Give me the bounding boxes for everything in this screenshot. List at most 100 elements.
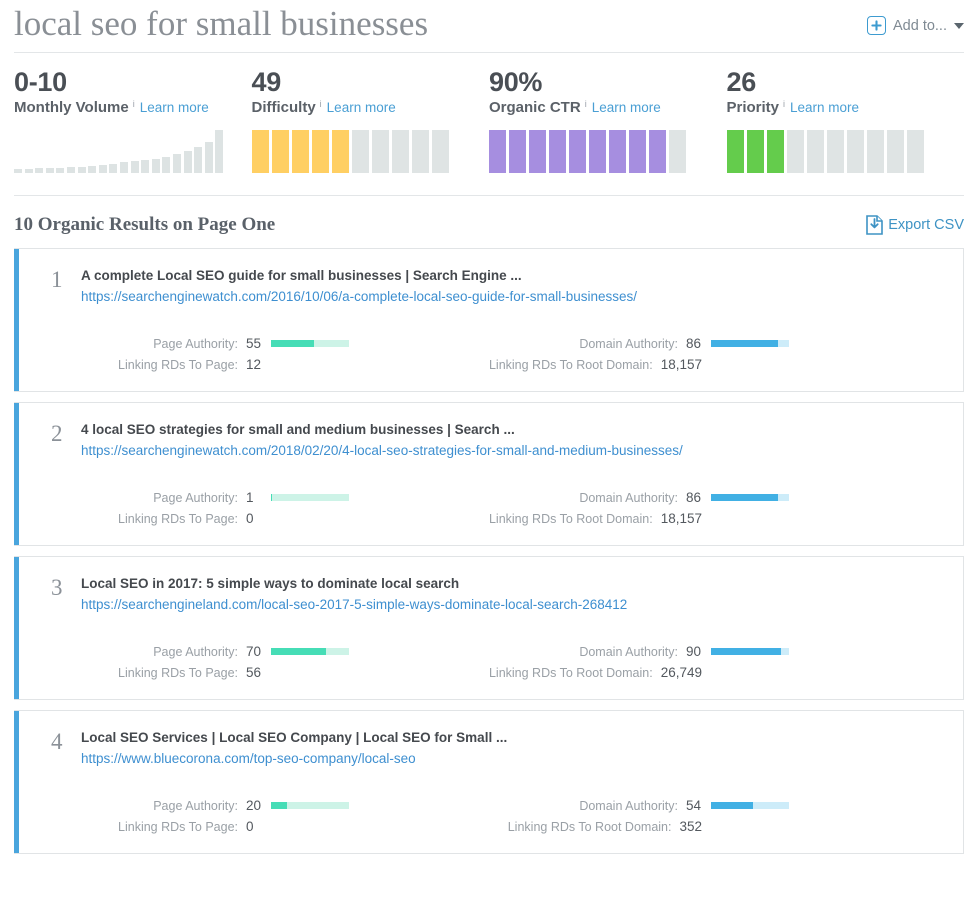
sparkline-bar: [183, 151, 192, 173]
metric-priority: 26 Priority i Learn more: [726, 67, 965, 173]
organic-ctr-segment-bar: [489, 130, 711, 173]
result-url[interactable]: https://www.bluecorona.com/top-seo-compa…: [81, 751, 943, 766]
metric-value: 0-10: [14, 67, 67, 97]
page-authority-value: 20: [246, 798, 262, 813]
card-body: 2 4 local SEO strategies for small and me…: [19, 403, 963, 545]
segment: [311, 130, 329, 173]
linking-rds-root-label: Linking RDs To Root Domain:: [488, 357, 653, 372]
segment: [509, 130, 526, 173]
sparkline-bar: [119, 162, 128, 173]
metric-value: 26: [726, 67, 757, 97]
linking-rds-page-value: 0: [246, 819, 254, 834]
add-to-button[interactable]: Add to...: [866, 16, 964, 35]
sparkline-bar: [130, 161, 139, 173]
segment: [906, 130, 924, 173]
result-card[interactable]: 3 Local SEO in 2017: 5 simple ways to dom…: [14, 556, 964, 700]
result-card[interactable]: 4 Local SEO Services | Local SEO Company …: [14, 710, 964, 854]
result-url[interactable]: https://searchenginewatch.com/2018/02/20…: [81, 443, 943, 458]
page-authority-bar: [271, 802, 349, 809]
sparkline-bar: [215, 130, 224, 173]
metric-value: 49: [251, 67, 282, 97]
segment: [291, 130, 309, 173]
linking-rds-root-value: 26,749: [660, 665, 702, 680]
info-icon[interactable]: i: [585, 99, 587, 109]
page-authority-label: Page Authority:: [153, 336, 238, 351]
segment: [766, 130, 784, 173]
result-metrics: Page Authority: 55 Domain Authority: 86 Link…: [19, 333, 963, 375]
domain-authority-label: Domain Authority:: [579, 336, 678, 351]
card-body: 3 Local SEO in 2017: 5 simple ways to dom…: [19, 557, 963, 699]
linking-rds-page-value: 0: [246, 511, 254, 526]
linking-rds-root-label: Linking RDs To Root Domain:: [507, 819, 672, 834]
result-title[interactable]: A complete Local SEO guide for small bus…: [81, 268, 943, 283]
result-metrics: Page Authority: 1 Domain Authority: 86 Linki…: [19, 487, 963, 529]
segment: [866, 130, 884, 173]
result-title[interactable]: Local SEO in 2017: 5 simple ways to domi…: [81, 576, 943, 591]
page-authority-value: 70: [246, 644, 262, 659]
segment: [371, 130, 389, 173]
result-rank: 3: [51, 575, 63, 600]
segment: [669, 130, 686, 173]
segment: [411, 130, 429, 173]
sparkline-bar: [77, 167, 86, 173]
metric-label: Difficulty: [251, 99, 316, 116]
sparkline-bar: [56, 168, 65, 173]
page-authority-bar: [271, 648, 349, 655]
export-csv-button[interactable]: Export CSV: [866, 215, 964, 235]
result-card[interactable]: 2 4 local SEO strategies for small and me…: [14, 402, 964, 546]
linking-rds-page-label: Linking RDs To Page:: [118, 819, 238, 834]
segment: [391, 130, 409, 173]
segment: [786, 130, 804, 173]
domain-authority-value: 86: [686, 490, 702, 505]
page-authority-label: Page Authority:: [153, 798, 238, 813]
segment: [271, 130, 289, 173]
domain-authority-value: 54: [686, 798, 702, 813]
domain-authority-label: Domain Authority:: [579, 644, 678, 659]
priority-segment-bar: [726, 130, 949, 173]
segment: [589, 130, 606, 173]
domain-authority-bar: [711, 494, 789, 501]
learn-more-link[interactable]: Learn more: [592, 100, 661, 115]
card-body: 4 Local SEO Services | Local SEO Company …: [19, 711, 963, 853]
domain-authority-value: 86: [686, 336, 702, 351]
segment: [431, 130, 449, 173]
result-title[interactable]: 4 local SEO strategies for small and med…: [81, 422, 943, 437]
add-to-label: Add to...: [892, 17, 947, 34]
metric-organic-ctr: 90% Organic CTR i Learn more: [489, 67, 727, 173]
linking-rds-root-value: 352: [679, 819, 702, 834]
result-url[interactable]: https://searchenginewatch.com/2016/10/06…: [81, 289, 943, 304]
learn-more-link[interactable]: Learn more: [790, 100, 859, 115]
segment: [609, 130, 626, 173]
sparkline-bar: [88, 166, 97, 173]
metric-difficulty: 49 Difficulty i Learn more: [251, 67, 490, 173]
sparkline-bar: [14, 169, 22, 173]
segment: [726, 130, 744, 173]
page-authority-bar: [271, 340, 349, 347]
result-url[interactable]: https://searchengineland.com/local-seo-2…: [81, 597, 943, 612]
sparkline-bar: [45, 168, 54, 173]
result-card[interactable]: 1 A complete Local SEO guide for small bu…: [14, 248, 964, 392]
sparkline-bar: [141, 160, 150, 173]
sparkline-bar: [151, 159, 160, 173]
page-authority-bar: [271, 494, 349, 501]
segment: [806, 130, 824, 173]
sparkline-bar: [98, 165, 107, 173]
page-authority-value: 55: [246, 336, 262, 351]
segment: [549, 130, 566, 173]
info-icon[interactable]: i: [133, 99, 135, 109]
result-title[interactable]: Local SEO Services | Local SEO Company |…: [81, 730, 943, 745]
segment: [886, 130, 904, 173]
info-icon[interactable]: i: [783, 99, 785, 109]
linking-rds-root-label: Linking RDs To Root Domain:: [488, 511, 653, 526]
metric-value: 90%: [489, 67, 543, 97]
learn-more-link[interactable]: Learn more: [140, 100, 209, 115]
domain-authority-bar: [711, 648, 789, 655]
linking-rds-page-label: Linking RDs To Page:: [118, 357, 238, 372]
learn-more-link[interactable]: Learn more: [327, 100, 396, 115]
info-icon[interactable]: i: [320, 99, 322, 109]
linking-rds-page-label: Linking RDs To Page:: [118, 511, 238, 526]
segment: [489, 130, 506, 173]
